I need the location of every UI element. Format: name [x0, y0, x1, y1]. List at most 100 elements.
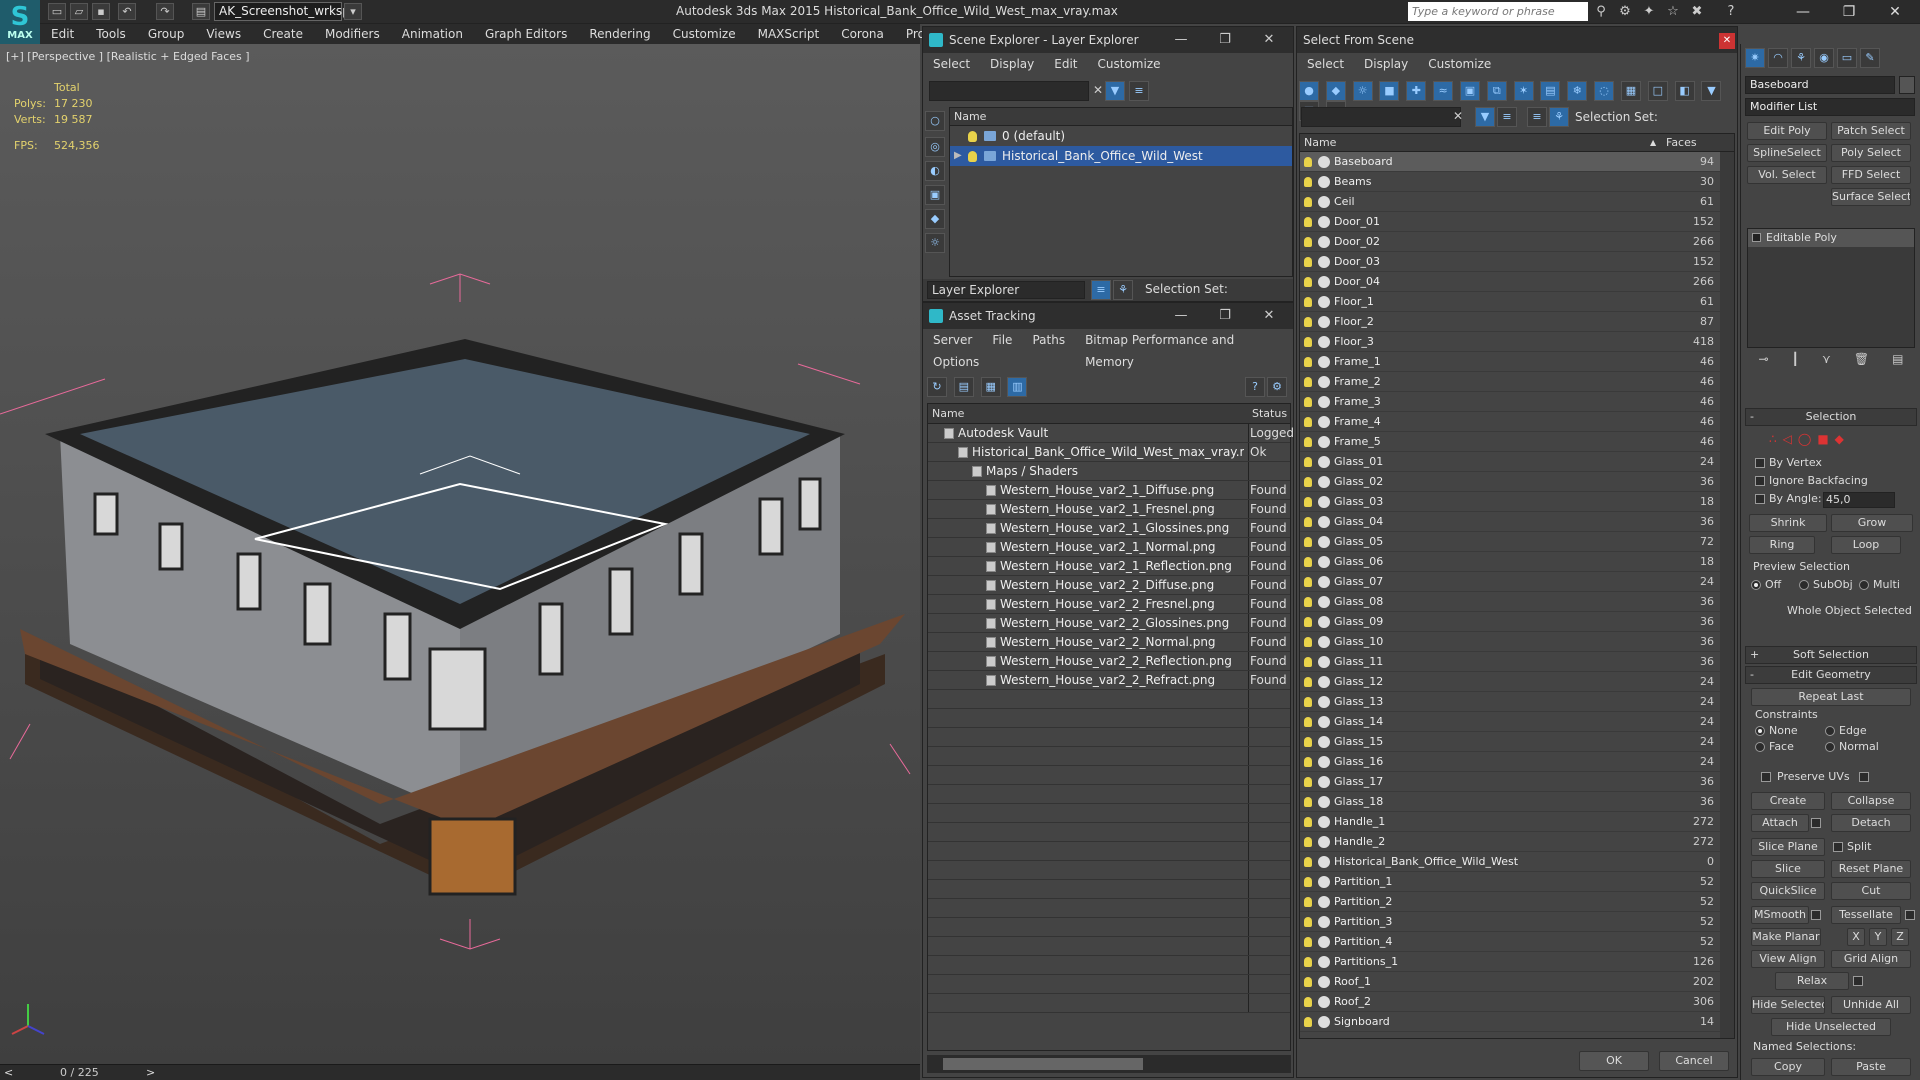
display-none-icon[interactable]: ○: [925, 111, 945, 131]
preview-off-radio[interactable]: [1751, 580, 1761, 590]
object-visibility-icon[interactable]: [1304, 777, 1312, 787]
object-visibility-icon[interactable]: [1304, 857, 1312, 867]
unhide-all-button[interactable]: Unhide All: [1831, 996, 1911, 1014]
asset-menu-file[interactable]: File: [982, 329, 1022, 351]
scene-explorer-menu-customize[interactable]: Customize: [1088, 53, 1171, 75]
display-invert-icon[interactable]: ◐: [925, 161, 945, 181]
object-row[interactable]: Door_03 152: [1300, 252, 1734, 272]
object-row[interactable]: Glass_02 36: [1300, 472, 1734, 492]
shrink-button[interactable]: Shrink: [1749, 514, 1827, 532]
subscription-icon[interactable]: ⚙: [1616, 3, 1634, 21]
object-visibility-icon[interactable]: [1304, 877, 1312, 887]
object-visibility-icon[interactable]: [1304, 677, 1312, 687]
asset-settings-icon[interactable]: ⚙: [1267, 377, 1287, 397]
object-row[interactable]: Floor_3 418: [1300, 332, 1734, 352]
object-row[interactable]: Frame_4 46: [1300, 412, 1734, 432]
object-row[interactable]: Glass_09 36: [1300, 612, 1734, 632]
relax-settings-icon[interactable]: [1853, 976, 1863, 986]
sfs-search-input[interactable]: [1301, 107, 1461, 127]
object-visibility-icon[interactable]: [1304, 217, 1312, 227]
asset-menu-server[interactable]: Server: [923, 329, 982, 351]
ring-button[interactable]: Ring: [1749, 536, 1815, 554]
loop-button[interactable]: Loop: [1831, 536, 1901, 554]
workspace-dropdown-icon[interactable]: ▾: [344, 3, 362, 20]
workspace-selector[interactable]: AK_Screenshot_wrksp: [214, 2, 350, 21]
object-visibility-icon[interactable]: [1304, 537, 1312, 547]
asset-menu-bitmap-performance[interactable]: Bitmap Performance and Memory: [1075, 329, 1293, 369]
sfs-clear-search-icon[interactable]: ✕: [1453, 109, 1463, 123]
motion-tab-icon[interactable]: ◉: [1814, 48, 1834, 68]
close-button[interactable]: ✕: [1872, 0, 1918, 24]
object-col-name[interactable]: Name: [1304, 136, 1336, 149]
object-row[interactable]: Glass_03 18: [1300, 492, 1734, 512]
object-visibility-icon[interactable]: [1304, 457, 1312, 467]
msmooth-settings-icon[interactable]: [1811, 910, 1821, 920]
object-visibility-icon[interactable]: [1304, 197, 1312, 207]
display-lights-filter-icon[interactable]: ☼: [1352, 81, 1373, 101]
asset-col-status[interactable]: Status: [1252, 404, 1287, 424]
asset-row[interactable]: Western_House_var2_2_Glossines.png Found: [928, 614, 1290, 633]
menu-modifiers[interactable]: Modifiers: [314, 24, 391, 44]
layer-mode-icon[interactable]: ≡: [1091, 280, 1111, 300]
object-visibility-icon[interactable]: [1304, 837, 1312, 847]
display-bones-filter-icon[interactable]: ✶: [1513, 81, 1534, 101]
layer-row[interactable]: 0 (default): [950, 126, 1292, 146]
display-all-filter-icon[interactable]: ▦: [1620, 81, 1641, 101]
relax-button[interactable]: Relax: [1775, 972, 1849, 990]
constraint-edge-radio[interactable]: [1825, 726, 1835, 736]
asset-row[interactable]: Autodesk Vault Logged: [928, 424, 1294, 443]
object-visibility-icon[interactable]: [1304, 237, 1312, 247]
asset-row[interactable]: Western_House_var2_1_Normal.png Found: [928, 538, 1290, 557]
constraint-normal-radio[interactable]: [1825, 742, 1835, 752]
slice-plane-button[interactable]: Slice Plane: [1751, 838, 1825, 856]
object-visibility-icon[interactable]: [1304, 597, 1312, 607]
object-visibility-icon[interactable]: [1304, 277, 1312, 287]
menu-corona[interactable]: Corona: [830, 24, 895, 44]
asset-menu-options[interactable]: Options: [923, 351, 989, 373]
object-row[interactable]: Door_01 152: [1300, 212, 1734, 232]
object-visibility-icon[interactable]: [1304, 257, 1312, 267]
tessellate-settings-icon[interactable]: [1905, 910, 1915, 920]
object-row[interactable]: Glass_01 24: [1300, 452, 1734, 472]
object-visibility-icon[interactable]: [1304, 477, 1312, 487]
utilities-tab-icon[interactable]: ✎: [1860, 48, 1880, 68]
border-level-icon[interactable]: ◯: [1798, 432, 1811, 446]
perspective-viewport[interactable]: [+] [Perspective ] [Realistic + Edged Fa…: [0, 44, 920, 1064]
constraint-face-radio[interactable]: [1755, 742, 1765, 752]
object-visibility-icon[interactable]: [1304, 997, 1312, 1007]
planar-x-button[interactable]: X: [1847, 928, 1865, 946]
asset-row[interactable]: Historical_Bank_Office_Wild_West_max_vra…: [928, 443, 1290, 462]
object-row[interactable]: Glass_14 24: [1300, 712, 1734, 732]
clear-search-icon[interactable]: ✕: [1093, 83, 1103, 97]
sfs-options-icon[interactable]: ≡: [1497, 107, 1517, 127]
asset-row[interactable]: Maps / Shaders: [928, 462, 1290, 481]
select-from-scene-close-button[interactable]: ✕: [1719, 33, 1735, 49]
planar-z-button[interactable]: Z: [1891, 928, 1909, 946]
time-next-button[interactable]: >: [146, 1066, 155, 1079]
show-end-result-icon[interactable]: ┃: [1792, 352, 1799, 372]
constraint-none-radio[interactable]: [1755, 726, 1765, 736]
hierarchy-tab-icon[interactable]: ⚘: [1791, 48, 1811, 68]
object-row[interactable]: Glass_12 24: [1300, 672, 1734, 692]
asset-tracking-maximize-button[interactable]: ❐: [1203, 303, 1247, 329]
create-button[interactable]: Create: [1751, 792, 1825, 810]
display-cameras-filter-icon[interactable]: ■: [1379, 81, 1400, 101]
cancel-button[interactable]: Cancel: [1659, 1051, 1729, 1071]
quickslice-button[interactable]: QuickSlice: [1751, 882, 1825, 900]
menu-maxscript[interactable]: MAXScript: [747, 24, 831, 44]
display-frozen-filter-icon[interactable]: ❄: [1567, 81, 1588, 101]
copy-selection-button[interactable]: Copy: [1751, 1058, 1825, 1076]
object-visibility-icon[interactable]: [1304, 417, 1312, 427]
grid-align-button[interactable]: Grid Align: [1831, 950, 1911, 968]
undo-icon[interactable]: ↶: [118, 3, 136, 20]
expand-arrow-icon[interactable]: ▶: [954, 146, 962, 166]
sfs-menu-display[interactable]: Display: [1354, 53, 1418, 75]
display-groups-filter-icon[interactable]: ▣: [1459, 81, 1480, 101]
favorites-icon[interactable]: ☆: [1664, 3, 1682, 21]
object-visibility-icon[interactable]: [1304, 1017, 1312, 1027]
object-visibility-icon[interactable]: [1304, 397, 1312, 407]
repeat-last-button[interactable]: Repeat Last: [1751, 688, 1911, 706]
search-input[interactable]: Type a keyword or phrase: [1408, 2, 1588, 21]
scene-explorer-close-button[interactable]: ✕: [1247, 27, 1291, 53]
create-tab-icon[interactable]: ✷: [1745, 48, 1765, 68]
